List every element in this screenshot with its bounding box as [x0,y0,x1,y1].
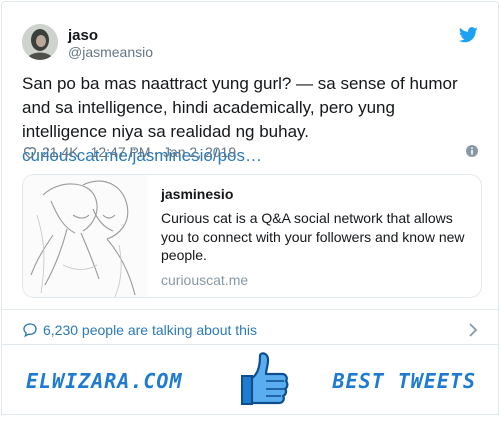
avatar-image [22,24,58,60]
twitter-bird-icon[interactable] [459,27,478,43]
tweet-body: San po ba mas naattract yung gurl? — sa … [22,74,458,141]
link-title: jasminesio [161,186,234,202]
chevron-right-icon[interactable] [468,323,478,337]
tweet-meta: 21.4K 12:47 PM - Jan 2, 2019 [22,143,236,161]
info-icon[interactable] [466,145,478,157]
link-domain: curiouscat.me [161,271,249,288]
thumbs-up-icon [232,350,292,410]
conversation-label[interactable]: 6,230 people are talking about this [43,322,257,338]
tweet-card: jaso @jasmeansio San po ba mas naattract… [1,1,499,345]
link-description: Curious cat is a Q&A social network that… [161,210,465,263]
banner-site-name: ELWIZARA.COM [26,369,183,393]
like-count[interactable]: 21.4K [42,144,79,160]
avatar[interactable] [22,24,58,60]
footer-banner: ELWIZARA.COM BEST TWEETS [1,345,499,415]
author-name[interactable]: jaso [68,27,98,44]
tweet-timestamp[interactable]: 12:47 PM - Jan 2, 2019 [91,144,237,160]
sketch-image [23,175,147,297]
heart-icon[interactable] [22,144,38,160]
conversation-link[interactable]: 6,230 people are talking about this [22,320,478,340]
speech-bubble-icon [23,323,37,338]
link-preview-body: jasminesio Curious cat is a Q&A social n… [147,175,481,297]
banner-tagline: BEST TWEETS [332,369,476,393]
divider [2,309,498,310]
author-handle[interactable]: @jasmeansio [68,44,153,60]
link-thumbnail [23,175,147,297]
link-preview-card[interactable]: jasminesio Curious cat is a Q&A social n… [22,174,482,298]
